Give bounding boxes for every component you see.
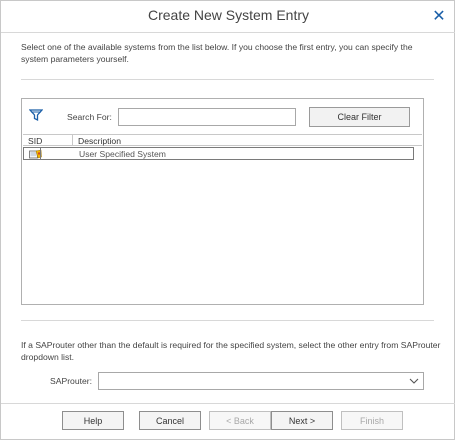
button-bar-divider [1,403,455,404]
column-header-description[interactable]: Description [78,136,121,146]
filter-icon[interactable] [29,108,43,122]
clear-filter-button[interactable]: Clear Filter [309,107,410,127]
list-divider [21,320,434,321]
column-header-sid[interactable]: SID [28,136,42,146]
table-row[interactable]: User Specified System [23,147,414,160]
column-separator[interactable] [72,135,73,146]
close-icon[interactable]: ✕ [431,7,447,25]
search-label: Search For: [67,112,112,122]
saprouter-dropdown[interactable] [98,372,424,390]
clear-filter-label: Clear Filter [337,112,382,122]
chevron-down-icon [409,378,419,384]
intro-divider [21,79,434,80]
next-button[interactable]: Next > [271,411,333,430]
help-button[interactable]: Help [62,411,124,430]
finish-button[interactable]: Finish [341,411,403,430]
intro-text: Select one of the available systems from… [21,42,413,64]
back-button-label: < Back [226,415,254,426]
next-button-label: Next > [288,415,316,426]
saprouter-note: If a SAProuter other than the default is… [21,340,441,362]
help-button-label: Help [83,415,103,426]
grid-header: SID Description [23,134,422,146]
create-system-entry-dialog: Create New System Entry ✕ Select one of … [0,0,455,440]
title-divider [1,32,455,33]
row-separator [40,148,41,159]
system-list-panel: Search For: Clear Filter SID Description… [21,98,424,305]
back-button[interactable]: < Back [209,411,271,430]
dialog-title: Create New System Entry [147,7,310,23]
cancel-button[interactable]: Cancel [139,411,201,430]
saprouter-label: SAProuter: [50,376,93,386]
finish-button-label: Finish [359,415,384,426]
row-description: User Specified System [79,149,166,159]
cancel-button-label: Cancel [155,415,184,426]
search-input[interactable] [118,108,296,126]
